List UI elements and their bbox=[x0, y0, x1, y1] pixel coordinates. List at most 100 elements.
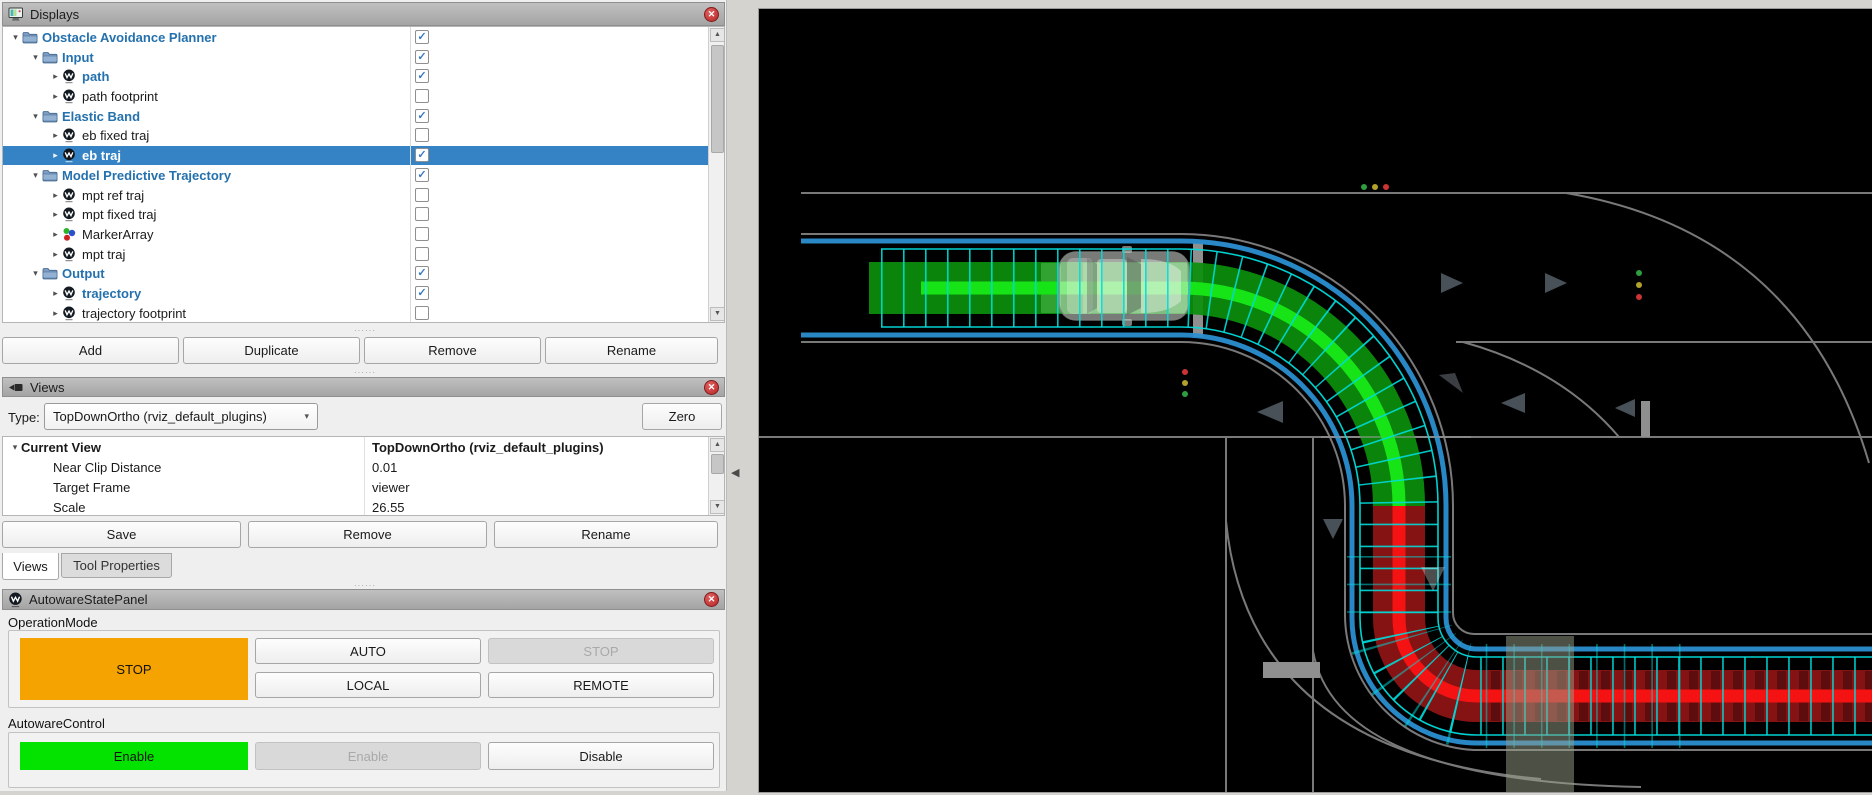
enable-checkbox[interactable] bbox=[415, 306, 429, 320]
tree-row[interactable]: ▸ mpt ref traj bbox=[3, 186, 724, 205]
save-button[interactable]: Save bbox=[2, 521, 241, 548]
views-panel-header[interactable]: Views ✕ bbox=[2, 377, 725, 397]
scroll-up-icon[interactable]: ▲ bbox=[710, 438, 724, 452]
expander-icon[interactable]: ▸ bbox=[49, 91, 62, 102]
tree-row[interactable]: ▾ Output bbox=[3, 264, 724, 283]
tree-row-selected[interactable]: ▸ eb traj bbox=[3, 146, 724, 165]
properties-scrollbar[interactable]: ▲ ▼ bbox=[708, 437, 724, 515]
tree-row[interactable]: ▸ eb fixed traj bbox=[3, 126, 724, 145]
operation-mode-state-button[interactable]: STOP bbox=[20, 638, 248, 700]
expander-icon[interactable]: ▸ bbox=[49, 229, 62, 240]
scrollbar-thumb[interactable] bbox=[711, 45, 724, 153]
dock-collapse-icon[interactable]: ◀ bbox=[731, 466, 739, 479]
remove-button[interactable]: Remove bbox=[364, 337, 541, 364]
operation-mode-label: OperationMode bbox=[8, 615, 98, 630]
scene-svg bbox=[759, 9, 1872, 792]
view-type-dropdown[interactable]: TopDownOrtho (rviz_default_plugins) ▾ bbox=[44, 403, 318, 430]
tree-row[interactable]: ▾ Obstacle Avoidance Planner bbox=[3, 28, 714, 47]
enable-checkbox[interactable]: ✓ bbox=[415, 266, 429, 280]
expander-icon[interactable]: ▾ bbox=[9, 442, 21, 453]
close-icon[interactable]: ✕ bbox=[704, 592, 719, 607]
tree-row[interactable]: ▸ MarkerArray bbox=[3, 225, 724, 244]
expander-icon[interactable]: ▾ bbox=[29, 111, 42, 122]
close-icon[interactable]: ✕ bbox=[704, 379, 719, 395]
render-view[interactable] bbox=[758, 8, 1872, 793]
enable-checkbox[interactable] bbox=[415, 247, 429, 261]
tree-row[interactable]: ▸ path footprint bbox=[3, 87, 724, 106]
rename-button[interactable]: Rename bbox=[545, 337, 718, 364]
property-row[interactable]: Scale 26.55 bbox=[3, 497, 724, 515]
enable-checkbox[interactable] bbox=[415, 128, 429, 142]
close-icon[interactable]: ✕ bbox=[704, 6, 719, 22]
expander-icon[interactable]: ▸ bbox=[49, 130, 62, 141]
zero-button[interactable]: Zero bbox=[642, 403, 722, 430]
displays-tree[interactable]: ▾ Obstacle Avoidance Planner ▾ Input ▸ path… bbox=[2, 26, 725, 323]
expander-icon[interactable]: ▾ bbox=[29, 268, 42, 279]
view-rename-button[interactable]: Rename bbox=[494, 521, 718, 548]
folder-icon bbox=[22, 31, 39, 44]
enable-checkbox[interactable] bbox=[415, 89, 429, 103]
control-state-button[interactable]: Enable bbox=[20, 742, 248, 770]
scroll-down-icon[interactable]: ▼ bbox=[710, 500, 724, 514]
scrollbar-thumb[interactable] bbox=[711, 454, 724, 474]
expander-icon[interactable]: ▸ bbox=[49, 308, 62, 319]
enable-checkbox[interactable]: ✓ bbox=[415, 50, 429, 64]
expander-icon[interactable]: ▾ bbox=[9, 32, 22, 43]
enable-checkbox[interactable]: ✓ bbox=[415, 168, 429, 182]
add-button[interactable]: Add bbox=[2, 337, 179, 364]
property-row[interactable]: Near Clip Distance 0.01 bbox=[3, 457, 724, 477]
tab-views[interactable]: Views bbox=[2, 553, 59, 580]
expander-icon[interactable]: ▸ bbox=[49, 209, 62, 220]
property-value[interactable]: viewer bbox=[372, 480, 410, 495]
tree-row[interactable]: ▸ mpt traj bbox=[3, 245, 724, 264]
expander-icon[interactable]: ▸ bbox=[49, 288, 62, 299]
remote-button[interactable]: REMOTE bbox=[488, 672, 714, 698]
expander-icon[interactable]: ▸ bbox=[49, 249, 62, 260]
local-button[interactable]: LOCAL bbox=[255, 672, 481, 698]
disable-button[interactable]: Disable bbox=[488, 742, 714, 770]
property-row[interactable]: ▾ Current View TopDownOrtho (rviz_defaul… bbox=[3, 437, 708, 457]
tree-scrollbar[interactable]: ▲ ▼ bbox=[708, 27, 724, 322]
view-remove-button[interactable]: Remove bbox=[248, 521, 487, 548]
stop-button: STOP bbox=[488, 638, 714, 664]
tree-row[interactable]: ▸ trajectory footprint bbox=[3, 304, 724, 322]
property-row[interactable]: Target Frame viewer bbox=[3, 477, 724, 497]
splitter-handle[interactable]: ······ bbox=[330, 326, 400, 335]
tree-row[interactable]: ▸ path bbox=[3, 67, 724, 86]
expander-icon[interactable]: ▸ bbox=[49, 150, 62, 161]
scroll-down-icon[interactable]: ▼ bbox=[710, 307, 724, 321]
tree-row[interactable]: ▾ Input bbox=[3, 48, 724, 67]
tree-row[interactable]: ▾ Model Predictive Trajectory bbox=[3, 166, 724, 185]
marker-array-icon bbox=[62, 227, 79, 242]
expander-icon[interactable]: ▾ bbox=[29, 52, 42, 63]
autoware-icon bbox=[62, 207, 79, 222]
enable-checkbox[interactable]: ✓ bbox=[415, 148, 429, 162]
tree-row[interactable]: ▸ mpt fixed traj bbox=[3, 205, 724, 224]
building-footprint bbox=[1506, 636, 1574, 792]
property-value[interactable]: 0.01 bbox=[372, 460, 397, 475]
enable-checkbox[interactable] bbox=[415, 207, 429, 221]
splitter-handle[interactable]: ······ bbox=[330, 368, 400, 377]
expander-icon[interactable]: ▾ bbox=[29, 170, 42, 181]
autoware-state-panel-header[interactable]: AutowareStatePanel ✕ bbox=[2, 589, 725, 610]
property-value[interactable]: 26.55 bbox=[372, 500, 405, 515]
enable-checkbox[interactable] bbox=[415, 227, 429, 241]
tree-row-label: Obstacle Avoidance Planner bbox=[42, 30, 217, 45]
tree-row[interactable]: ▾ Elastic Band bbox=[3, 107, 724, 126]
enable-checkbox[interactable]: ✓ bbox=[415, 69, 429, 83]
tree-row[interactable]: ▸ trajectory bbox=[3, 284, 724, 303]
displays-panel-header[interactable]: Displays ✕ bbox=[2, 2, 725, 26]
scroll-up-icon[interactable]: ▲ bbox=[710, 28, 724, 42]
duplicate-button[interactable]: Duplicate bbox=[183, 337, 360, 364]
enable-checkbox[interactable]: ✓ bbox=[415, 109, 429, 123]
current-view-properties[interactable]: ▾ Current View TopDownOrtho (rviz_defaul… bbox=[2, 436, 725, 516]
tab-tool-properties[interactable]: Tool Properties bbox=[61, 553, 172, 578]
enable-checkbox[interactable]: ✓ bbox=[415, 286, 429, 300]
expander-icon[interactable]: ▸ bbox=[49, 71, 62, 82]
auto-button[interactable]: AUTO bbox=[255, 638, 481, 664]
displays-panel-title: Displays bbox=[30, 6, 80, 22]
folder-icon bbox=[42, 51, 59, 64]
expander-icon[interactable]: ▸ bbox=[49, 190, 62, 201]
enable-checkbox[interactable] bbox=[415, 188, 429, 202]
enable-checkbox[interactable]: ✓ bbox=[415, 30, 429, 44]
